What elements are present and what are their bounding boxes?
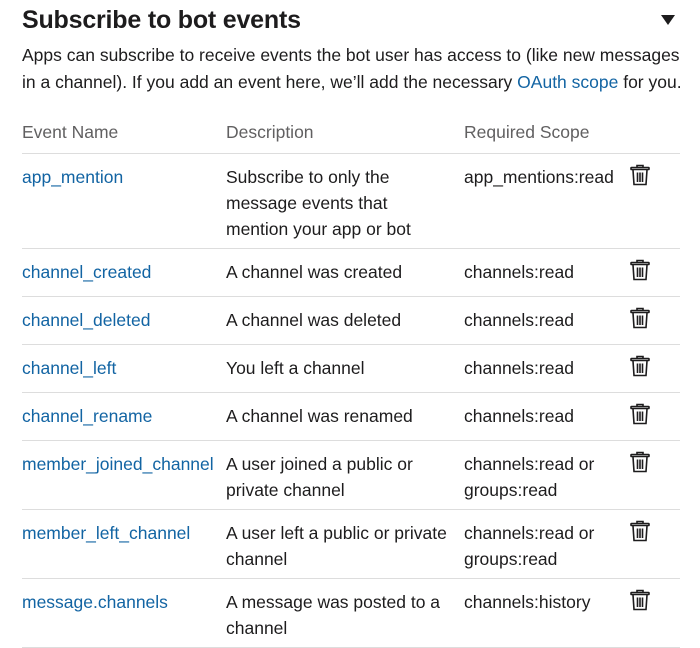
event-description: A user joined a public or private channe…: [226, 440, 464, 510]
table-row: message.channels A message was posted to…: [22, 578, 680, 648]
event-required-scope: channels:read: [464, 296, 628, 345]
column-header-actions: [628, 118, 680, 154]
delete-event-button[interactable]: [630, 451, 652, 475]
table-row: channel_left You left a channel channels…: [22, 344, 680, 393]
delete-event-button[interactable]: [630, 164, 652, 188]
description-suffix: for you.: [618, 72, 682, 92]
event-required-scope: channels:read or groups:read: [464, 509, 628, 579]
delete-event-button[interactable]: [630, 307, 652, 331]
caret-down-icon: [661, 15, 675, 25]
trash-icon: [630, 451, 650, 473]
trash-icon: [630, 307, 650, 329]
event-description: You left a channel: [226, 344, 464, 393]
row-actions-cell: [628, 248, 680, 297]
event-description: Subscribe to only the message events tha…: [226, 153, 464, 249]
section-header: Subscribe to bot events: [22, 0, 680, 40]
event-name-link[interactable]: member_joined_channel: [22, 440, 226, 510]
section-title: Subscribe to bot events: [22, 5, 301, 34]
row-actions-cell: [628, 344, 680, 393]
event-description: A channel was renamed: [226, 392, 464, 441]
column-header-event-name: Event Name: [22, 118, 226, 154]
event-name-link[interactable]: channel_rename: [22, 392, 226, 441]
table-row: app_mention Subscribe to only the messag…: [22, 153, 680, 249]
row-actions-cell: [628, 296, 680, 345]
row-actions-cell: [628, 153, 680, 249]
event-description: A user left a public or private channel: [226, 509, 464, 579]
delete-event-button[interactable]: [630, 355, 652, 379]
delete-event-button[interactable]: [630, 259, 652, 283]
delete-event-button[interactable]: [630, 520, 652, 544]
delete-event-button[interactable]: [630, 403, 652, 427]
event-description: A message was posted to a channel: [226, 578, 464, 648]
oauth-scope-link[interactable]: OAuth scope: [517, 72, 618, 92]
table-row: channel_deleted A channel was deleted ch…: [22, 296, 680, 345]
trash-icon: [630, 164, 650, 186]
trash-icon: [630, 520, 650, 542]
row-actions-cell: [628, 392, 680, 441]
table-row: member_left_channel A user left a public…: [22, 509, 680, 579]
event-required-scope: channels:read: [464, 248, 628, 297]
event-name-link[interactable]: message.channels: [22, 578, 226, 648]
table-row: channel_created A channel was created ch…: [22, 248, 680, 297]
row-actions-cell: [628, 578, 680, 648]
event-required-scope: channels:read or groups:read: [464, 440, 628, 510]
trash-icon: [630, 589, 650, 611]
delete-event-button[interactable]: [630, 589, 652, 613]
row-actions-cell: [628, 440, 680, 510]
trash-icon: [630, 259, 650, 281]
column-header-required-scope: Required Scope: [464, 118, 628, 154]
event-name-link[interactable]: member_left_channel: [22, 509, 226, 579]
event-name-link[interactable]: channel_deleted: [22, 296, 226, 345]
trash-icon: [630, 355, 650, 377]
event-required-scope: app_mentions:read: [464, 153, 628, 249]
event-required-scope: channels:read: [464, 392, 628, 441]
event-name-link[interactable]: channel_left: [22, 344, 226, 393]
event-description: A channel was deleted: [226, 296, 464, 345]
column-header-description: Description: [226, 118, 464, 154]
event-name-link[interactable]: app_mention: [22, 153, 226, 249]
trash-icon: [630, 403, 650, 425]
event-required-scope: channels:read: [464, 344, 628, 393]
section-description: Apps can subscribe to receive events the…: [22, 42, 682, 96]
table-header-row: Event Name Description Required Scope: [22, 118, 680, 154]
bot-events-section: Subscribe to bot events Apps can subscri…: [0, 0, 700, 648]
collapse-toggle[interactable]: [656, 8, 680, 32]
event-name-link[interactable]: channel_created: [22, 248, 226, 297]
event-required-scope: channels:history: [464, 578, 628, 648]
row-actions-cell: [628, 509, 680, 579]
table-row: channel_rename A channel was renamed cha…: [22, 392, 680, 441]
events-table: Event Name Description Required Scope ap…: [22, 118, 680, 648]
table-row: member_joined_channel A user joined a pu…: [22, 440, 680, 510]
event-description: A channel was created: [226, 248, 464, 297]
